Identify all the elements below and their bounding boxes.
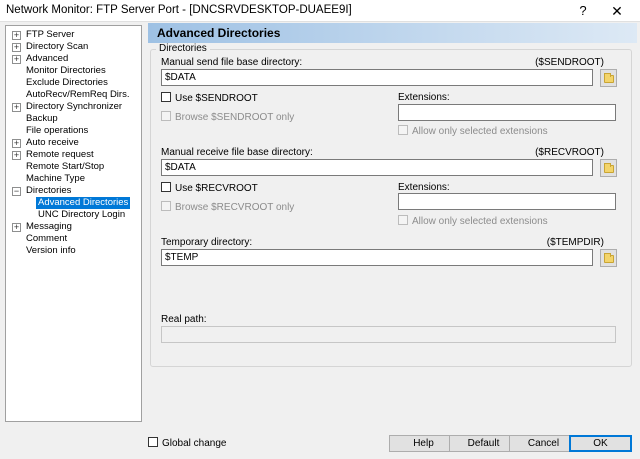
ok-button[interactable]: OK [569,435,632,452]
expand-icon[interactable]: + [12,31,21,40]
tree-item-label: Messaging [26,221,72,232]
checkbox-box[interactable] [398,215,408,225]
send-extensions-input[interactable] [398,104,616,121]
temp-dir-label: Temporary directory: [161,237,253,248]
tree-item-label: Auto receive [26,137,79,148]
tree-item-label: Machine Type [26,173,85,184]
send-browse-button[interactable] [600,69,617,87]
recv-dir-input[interactable]: $DATA [161,159,593,176]
help-title-button[interactable]: ? [572,1,594,21]
temp-browse-button[interactable] [600,249,617,267]
real-path-label: Real path: [161,314,207,325]
tree-item-label: Directory Synchronizer [26,101,123,112]
tree-item-label: Comment [26,233,68,244]
temp-var-label: ($TEMPDIR) [546,237,604,248]
window-title: Network Monitor: FTP Server Port - [DNCS… [6,4,352,16]
title-bar: Network Monitor: FTP Server Port - [DNCS… [0,0,640,22]
tree-item-label: Version info [26,245,76,256]
tree-item-label: AutoRecv/RemReq Dirs. [26,89,130,100]
browse-recvroot-checkbox[interactable]: Browse $RECVROOT only [161,201,294,213]
expand-icon[interactable]: + [12,223,21,232]
use-sendroot-label: Use $SENDROOT [175,93,258,104]
tree-item-label: Directories [26,185,72,196]
close-button[interactable]: ✕ [600,1,634,21]
tree-item-label: Remote Start/Stop [26,161,105,172]
checkbox-box[interactable] [161,92,171,102]
group-label: Directories [156,43,210,54]
expand-icon[interactable]: + [12,151,21,160]
page-title: Advanced Directories [157,26,281,40]
global-change-checkbox[interactable]: Global change [148,437,227,449]
use-recvroot-label: Use $RECVROOT [175,183,258,194]
collapse-icon[interactable]: − [12,187,21,196]
expand-icon[interactable]: + [12,43,21,52]
checkbox-box[interactable] [398,125,408,135]
settings-tree[interactable]: + FTP Server + Directory Scan + Advanced Monit… [5,25,142,422]
send-var-label: ($SENDROOT) [535,57,604,68]
send-extensions-label: Extensions: [398,92,450,103]
directories-group: Directories Manual send file base direct… [150,43,632,367]
checkbox-box[interactable] [161,182,171,192]
recv-browse-button[interactable] [600,159,617,177]
checkbox-box[interactable] [161,201,171,211]
recv-allow-extensions-checkbox[interactable]: Allow only selected extensions [398,215,548,227]
global-change-label: Global change [162,438,227,449]
use-recvroot-checkbox[interactable]: Use $RECVROOT [161,182,258,194]
send-allow-extensions-checkbox[interactable]: Allow only selected extensions [398,125,548,137]
send-dir-label: Manual send file base directory: [161,57,303,68]
browse-sendroot-checkbox[interactable]: Browse $SENDROOT only [161,111,294,123]
checkbox-box[interactable] [148,437,158,447]
folder-icon [604,253,614,263]
tree-item-label: Advanced Directories [36,197,131,209]
tree-item-label: Advanced [26,53,69,64]
cancel-button[interactable]: Cancel [509,435,578,452]
tree-item-label: Backup [26,113,58,124]
tree-item-label: File operations [26,125,89,136]
recv-var-label: ($RECVROOT) [535,147,604,158]
recv-allow-extensions-label: Allow only selected extensions [412,216,548,227]
tree-item-label: Remote request [26,149,94,160]
use-sendroot-checkbox[interactable]: Use $SENDROOT [161,92,258,104]
temp-dir-input[interactable]: $TEMP [161,249,593,266]
recv-extensions-label: Extensions: [398,182,450,193]
folder-icon [604,163,614,173]
real-path-field [161,326,616,343]
expand-icon[interactable]: + [12,139,21,148]
tree-item-label: UNC Directory Login [38,209,126,220]
default-button[interactable]: Default [449,435,518,452]
tree-item-label: Exclude Directories [26,77,108,88]
page-header: Advanced Directories [148,23,637,43]
recv-dir-label: Manual receive file base directory: [161,147,313,158]
send-allow-extensions-label: Allow only selected extensions [412,126,548,137]
tree-item-label: FTP Server [26,29,75,40]
tree-item-label: Directory Scan [26,41,89,52]
content-panel: Advanced Directories Directories Manual … [148,23,637,425]
folder-icon [604,73,614,83]
browse-recvroot-label: Browse $RECVROOT only [175,202,295,213]
send-dir-input[interactable]: $DATA [161,69,593,86]
recv-extensions-input[interactable] [398,193,616,210]
browse-sendroot-label: Browse $SENDROOT only [175,112,295,123]
expand-icon[interactable]: + [12,103,21,112]
expand-icon[interactable]: + [12,55,21,64]
tree-item-label: Monitor Directories [26,65,106,76]
help-button[interactable]: Help [389,435,458,452]
checkbox-box[interactable] [161,111,171,121]
